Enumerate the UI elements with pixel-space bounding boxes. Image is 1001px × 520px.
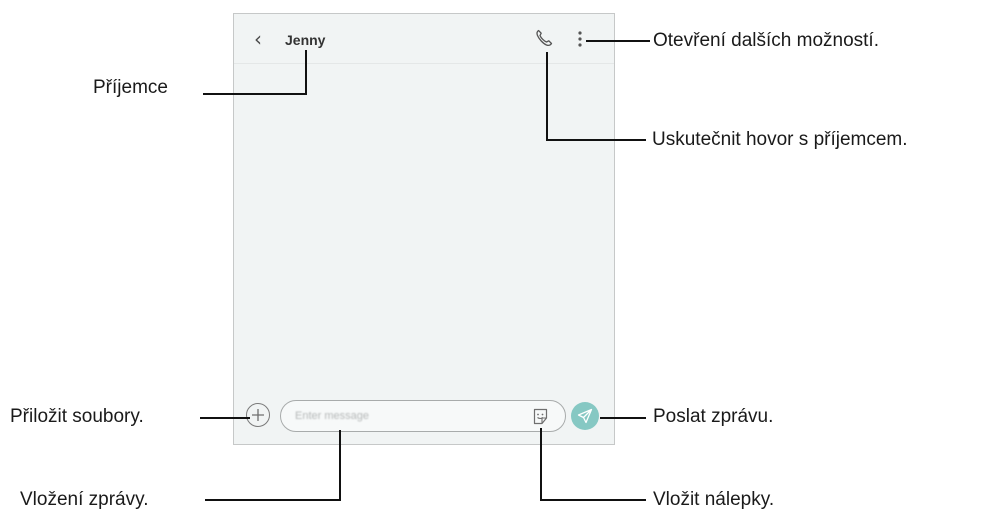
plus-icon [252, 409, 264, 421]
callout-enter-message: Vložení zprávy. [20, 489, 149, 510]
conversation-header: ‹ Jenny [234, 14, 614, 64]
more-vertical-icon[interactable] [574, 29, 586, 49]
messaging-screen: ‹ Jenny Enter message [233, 13, 615, 445]
callout-insert-stickers: Vložit nálepky. [653, 489, 775, 510]
callout-more-options: Otevření dalších možností. [653, 30, 879, 51]
recipient-name[interactable]: Jenny [285, 31, 325, 49]
phone-icon[interactable] [534, 28, 554, 48]
callout-call-recipient: Uskutečnit hovor s příjemcem. [652, 129, 908, 150]
send-icon [577, 408, 593, 424]
message-input[interactable]: Enter message [280, 400, 566, 432]
message-input-placeholder: Enter message [295, 410, 369, 422]
chevron-left-icon[interactable]: ‹ [254, 29, 270, 49]
sticker-icon[interactable] [532, 408, 549, 425]
send-button[interactable] [571, 402, 599, 430]
callout-attach-files: Přiložit soubory. [10, 406, 144, 427]
attach-button[interactable] [246, 403, 270, 427]
callout-recipient: Příjemce [93, 77, 168, 98]
callout-send-message: Poslat zprávu. [653, 406, 774, 427]
